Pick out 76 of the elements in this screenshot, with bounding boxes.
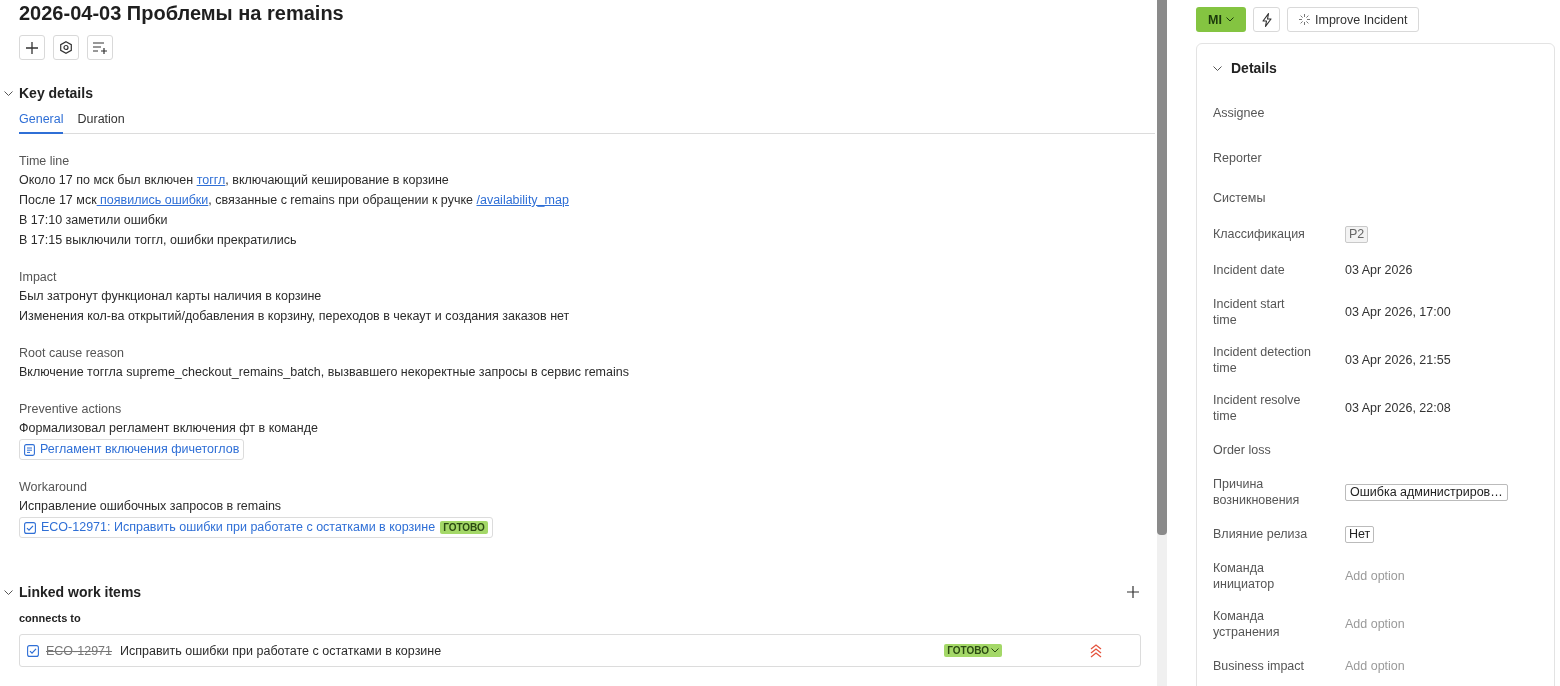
section-heading: Linked work items <box>19 583 142 602</box>
tab[interactable]: General <box>19 111 64 134</box>
add-to-list-button[interactable] <box>87 35 113 60</box>
hexagon-icon <box>60 41 72 54</box>
text-line: Был затронут функционал карты наличия в корзине <box>19 288 323 305</box>
plus-icon <box>1127 586 1139 598</box>
field-label: Business impact <box>1213 658 1305 674</box>
status-button[interactable]: MI <box>1196 7 1246 32</box>
field-value: 03 Apr 2026, 22:08 <box>1345 400 1451 416</box>
field-label: Root cause reason <box>19 345 125 362</box>
field-label: Команда инициатор <box>1213 560 1276 592</box>
field-value: 03 Apr 2026, 17:00 <box>1345 304 1451 320</box>
triple-chevron-icon <box>1090 643 1102 658</box>
option-field[interactable]: Add option <box>1345 659 1465 673</box>
improve-button[interactable]: Improve Incident <box>1287 7 1420 32</box>
text-link[interactable]: /availability_map <box>476 193 569 207</box>
work-item-key[interactable]: ECO-12971 <box>46 643 112 658</box>
automation-button[interactable] <box>1253 7 1280 32</box>
field-label: Incident date <box>1213 262 1286 278</box>
field-value: 03 Apr 2026 <box>1345 262 1413 278</box>
work-item-chip[interactable]: ECO-12971: Исправить ошибки при работате с остатками в корзине ГОТОВО <box>19 517 493 538</box>
text-line: После 17 мск появились ошибки, связанные с remains при обращении к ручке /availability_map <box>19 192 570 209</box>
text-line: Формализовал регламент включения фт в команде <box>19 420 319 437</box>
chevron-down-icon <box>991 648 999 653</box>
chevron-down-icon[interactable] <box>4 90 13 96</box>
field-label: Workaround <box>19 479 88 496</box>
list-plus-icon <box>93 41 107 54</box>
text-line: Около 17 по мск был включен тоггл, включающий кеширование в корзине <box>19 172 450 189</box>
text-line: Включение тоггла supreme_checkout_remains_batch, вызвавшего некоректные запросы в сервис remains <box>19 364 630 381</box>
field-label: Классификация <box>1213 226 1306 242</box>
field-label: Time line <box>19 153 71 170</box>
field-label: Reporter <box>1213 149 1263 166</box>
checked-box-icon <box>24 521 36 534</box>
scrollbar-thumb[interactable] <box>1157 0 1167 535</box>
field-label: Причина возникновения <box>1213 476 1301 508</box>
field-label: Команда устранения <box>1213 608 1281 640</box>
field-label: Incident resolve time <box>1213 392 1302 424</box>
select-field[interactable]: Ошибка администриров… <box>1345 483 1508 501</box>
settings-button[interactable] <box>53 35 79 60</box>
checked-box-icon <box>27 644 39 657</box>
field-label: Order loss <box>1213 442 1272 458</box>
status-dropdown[interactable]: ГОТОВО <box>944 644 1002 657</box>
page-link-chip[interactable]: Регламент включения фичетоглов <box>19 439 245 460</box>
chevron-down-icon[interactable] <box>1213 65 1222 71</box>
plus-icon <box>26 41 38 54</box>
add-link-button[interactable] <box>1127 586 1139 598</box>
incident-title: 2026-04-03 Проблемы на remains <box>19 1 345 26</box>
field-label: Impact <box>19 269 58 286</box>
document-icon <box>24 443 35 456</box>
link-type-label: connects to <box>19 611 82 626</box>
field-label: Влияние релиза <box>1213 526 1309 542</box>
work-item-row[interactable]: ECO-12971 Исправить ошибки при работате с остатками в корзине ГОТОВО <box>19 634 1141 667</box>
text-line: Изменения кол-ва открытий/добавления в корзину, переходов в чекаут и создания заказов нет <box>19 308 571 325</box>
text-line: В 17:10 заметили ошибки <box>19 212 169 229</box>
option-field[interactable]: Add option <box>1345 617 1465 631</box>
lightning-icon <box>1261 12 1272 27</box>
add-button[interactable] <box>19 35 45 60</box>
section-heading: Key details <box>19 84 93 103</box>
value-tag: Нет <box>1345 525 1375 543</box>
field-label: Incident detection time <box>1213 344 1311 376</box>
text-line: В 17:15 выключили тоггл, ошибки прекратились <box>19 232 298 249</box>
field-value: 03 Apr 2026, 21:55 <box>1345 352 1451 368</box>
option-field[interactable]: Add option <box>1345 569 1465 583</box>
details-heading: Details <box>1231 59 1277 77</box>
priority-tag: P2 <box>1345 225 1369 243</box>
chevron-down-icon[interactable] <box>4 589 13 595</box>
chevron-down-icon <box>1225 17 1234 22</box>
burst-icon <box>1299 14 1310 25</box>
field-label: Системы <box>1213 190 1267 206</box>
field-label: Incident start time <box>1213 296 1286 328</box>
status-badge: ГОТОВО <box>440 521 488 534</box>
field-label: Preventive actions <box>19 401 123 418</box>
field-label: Assignee <box>1213 104 1266 121</box>
text-line: Исправление ошибочных запросов в remains <box>19 498 283 515</box>
tab[interactable]: Duration <box>77 111 125 134</box>
work-item-title: Исправить ошибки при работате с остатками в корзине <box>120 643 443 658</box>
